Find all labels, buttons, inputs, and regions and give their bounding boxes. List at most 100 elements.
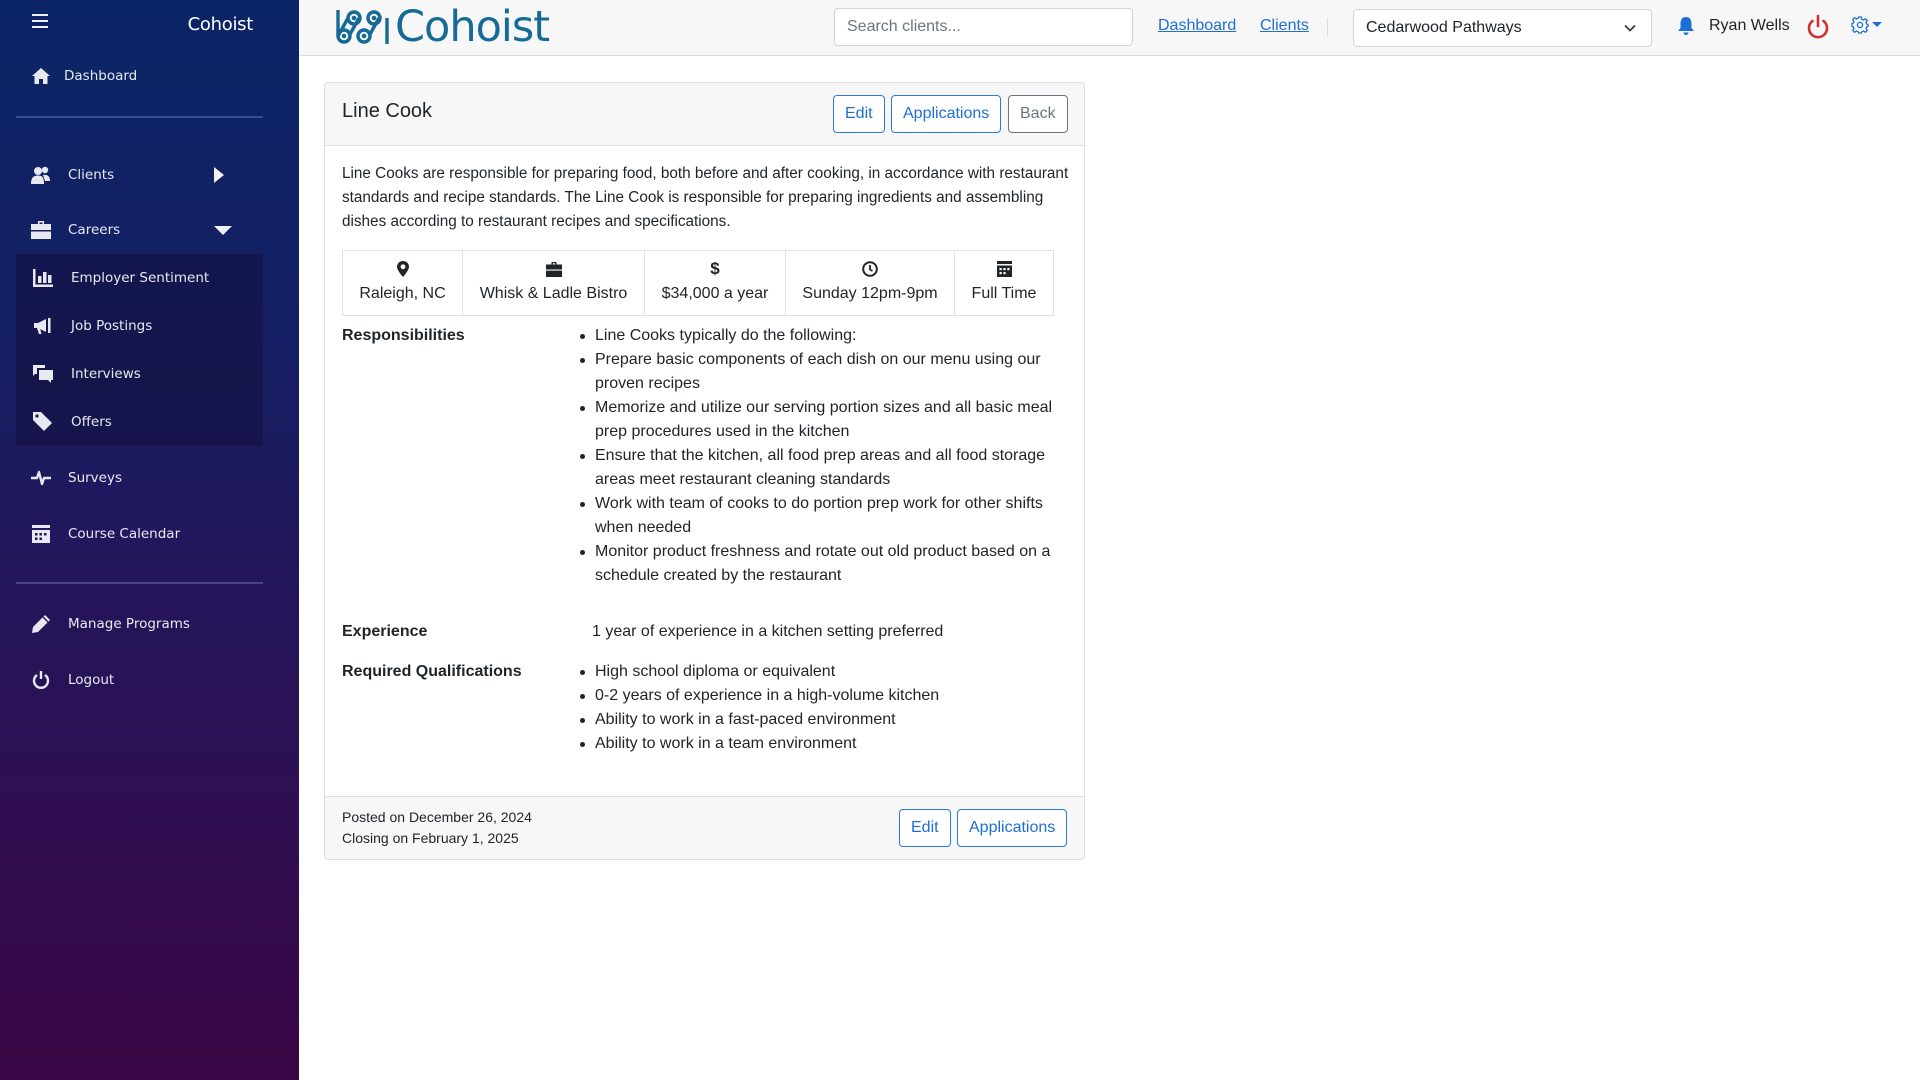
list-item: Ability to work in a team environment (578, 732, 1068, 756)
clock-icon (861, 260, 879, 278)
sidebar-item-job-postings[interactable]: Job Postings (0, 306, 299, 346)
tag-icon (33, 412, 53, 432)
home-icon (31, 66, 51, 86)
meta-text: Whisk & Ladle Bistro (479, 285, 628, 302)
caret-down-icon (1872, 22, 1882, 27)
cohoist-logo[interactable]: Cohoist (335, 2, 550, 52)
sidebar-item-clients[interactable]: Clients (0, 155, 299, 195)
meta-text: Full Time (971, 285, 1037, 302)
sidebar-item-surveys[interactable]: Surveys (0, 458, 299, 498)
list-item: Prepare basic components of each dish on… (578, 348, 1068, 396)
hamburger-menu-icon[interactable] (32, 14, 48, 30)
sidebar-item-label: Dashboard (64, 68, 138, 84)
megaphone-icon (33, 316, 53, 336)
posted-date: Posted on December 26, 2024 (342, 809, 532, 825)
sidebar-item-logout[interactable]: Logout (0, 660, 299, 700)
list-item: Memorize and utilize our serving portion… (578, 396, 1068, 444)
qualifications-list: High school diploma or equivalent 0-2 ye… (578, 660, 1068, 756)
program-select[interactable]: Cedarwood Pathways (1353, 9, 1652, 47)
sidebar-item-label: Employer Sentiment (71, 270, 210, 286)
responsibilities-label: Responsibilities (342, 327, 465, 344)
back-button[interactable]: Back (1008, 95, 1068, 133)
qualifications-label: Required Qualifications (342, 663, 522, 680)
sidebar-divider (16, 116, 263, 118)
header-link-clients[interactable]: Clients (1260, 17, 1309, 35)
sidebar-item-label: Manage Programs (68, 616, 190, 632)
power-icon (31, 670, 51, 690)
list-item: High school diploma or equivalent (578, 660, 1068, 684)
bell-icon[interactable] (1677, 16, 1695, 36)
card-footer: Posted on December 26, 2024 Closing on F… (325, 796, 1084, 859)
power-icon[interactable] (1806, 14, 1830, 40)
sidebar-item-employer-sentiment[interactable]: Employer Sentiment (0, 258, 299, 298)
briefcase-icon (31, 220, 51, 240)
meta-text: Sunday 12pm-9pm (802, 285, 938, 302)
program-select-value: Cedarwood Pathways (1366, 19, 1522, 36)
caret-right-icon (214, 167, 224, 183)
header-link-dashboard[interactable]: Dashboard (1158, 17, 1236, 35)
experience-value: 1 year of experience in a kitchen settin… (592, 623, 944, 640)
dollar-icon: $ (710, 259, 720, 278)
list-item: Ability to work in a fast-paced environm… (578, 708, 1068, 732)
sidebar-item-label: Clients (68, 167, 115, 183)
meta-text: Raleigh, NC (359, 285, 446, 302)
sidebar-item-interviews[interactable]: Interviews (0, 354, 299, 394)
job-title: Line Cook (342, 100, 433, 122)
bar-chart-icon (33, 268, 53, 288)
user-name[interactable]: Ryan Wells (1709, 17, 1790, 35)
meta-schedule: Sunday 12pm-9pm (786, 251, 955, 315)
sidebar-item-manage-programs[interactable]: Manage Programs (0, 604, 299, 644)
calendar-icon (995, 260, 1013, 278)
header-separator (1327, 18, 1328, 36)
chevron-down-icon (1624, 24, 1636, 32)
search-clients-input[interactable] (834, 8, 1133, 46)
settings-dropdown[interactable] (1851, 15, 1883, 35)
cohoist-logo-icon (336, 10, 389, 44)
meta-location: Raleigh, NC (343, 251, 463, 315)
comments-icon (33, 364, 53, 384)
gear-icon (1851, 16, 1869, 34)
sidebar-top: Cohoist (0, 0, 299, 52)
sidebar-item-label: Careers (68, 222, 121, 238)
sidebar-item-label: Interviews (71, 366, 141, 382)
experience-label: Experience (342, 623, 428, 640)
caret-down-icon (214, 226, 232, 235)
meta-salary: $ $34,000 a year (645, 251, 786, 315)
users-icon (31, 165, 51, 185)
edit-button[interactable]: Edit (833, 95, 885, 133)
meta-job-type: Full Time (955, 251, 1053, 315)
job-meta-row: Raleigh, NC Whisk & Ladle Bistro $ $34,0… (342, 250, 1054, 316)
sidebar-item-course-calendar[interactable]: Course Calendar (0, 514, 299, 554)
responsibilities-list: Line Cooks typically do the following: P… (578, 324, 1068, 588)
calendar-icon (31, 524, 51, 544)
closing-date: Closing on February 1, 2025 (342, 830, 519, 846)
sidebar-divider (16, 582, 263, 584)
pencil-icon (31, 614, 51, 634)
card-header: Line Cook Edit Applications Back (325, 83, 1084, 146)
sidebar-item-label: Course Calendar (68, 526, 181, 542)
map-marker-icon (394, 260, 412, 278)
applications-button[interactable]: Applications (891, 95, 1002, 133)
list-item: Ensure that the kitchen, all food prep a… (578, 444, 1068, 492)
top-header: Cohoist Dashboard Clients Cedarwood Path… (299, 0, 1920, 56)
logo-text: Cohoist (395, 2, 550, 52)
sidebar-item-careers[interactable]: Careers (0, 210, 299, 250)
job-posting-card: Line Cook Edit Applications Back Line Co… (324, 82, 1085, 860)
sidebar-item-offers[interactable]: Offers (0, 402, 299, 442)
sidebar: Cohoist Dashboard Clients Careers Employ… (0, 0, 299, 1080)
list-item: Work with team of cooks to do portion pr… (578, 492, 1068, 540)
footer-edit-button[interactable]: Edit (899, 809, 951, 847)
list-item: Monitor product freshness and rotate out… (578, 540, 1068, 588)
heartbeat-icon (31, 468, 51, 488)
meta-employer: Whisk & Ladle Bistro (463, 251, 645, 315)
job-description: Line Cooks are responsible for preparing… (342, 165, 1069, 230)
footer-applications-button[interactable]: Applications (957, 809, 1068, 847)
sidebar-item-dashboard[interactable]: Dashboard (0, 56, 299, 96)
sidebar-item-label: Job Postings (71, 318, 153, 334)
briefcase-icon (545, 260, 563, 278)
sidebar-item-label: Logout (68, 672, 115, 688)
meta-text: $34,000 a year (661, 285, 769, 302)
list-item: Line Cooks typically do the following: (578, 324, 1068, 348)
sidebar-item-label: Offers (71, 414, 112, 430)
sidebar-brand: Cohoist (187, 14, 254, 35)
